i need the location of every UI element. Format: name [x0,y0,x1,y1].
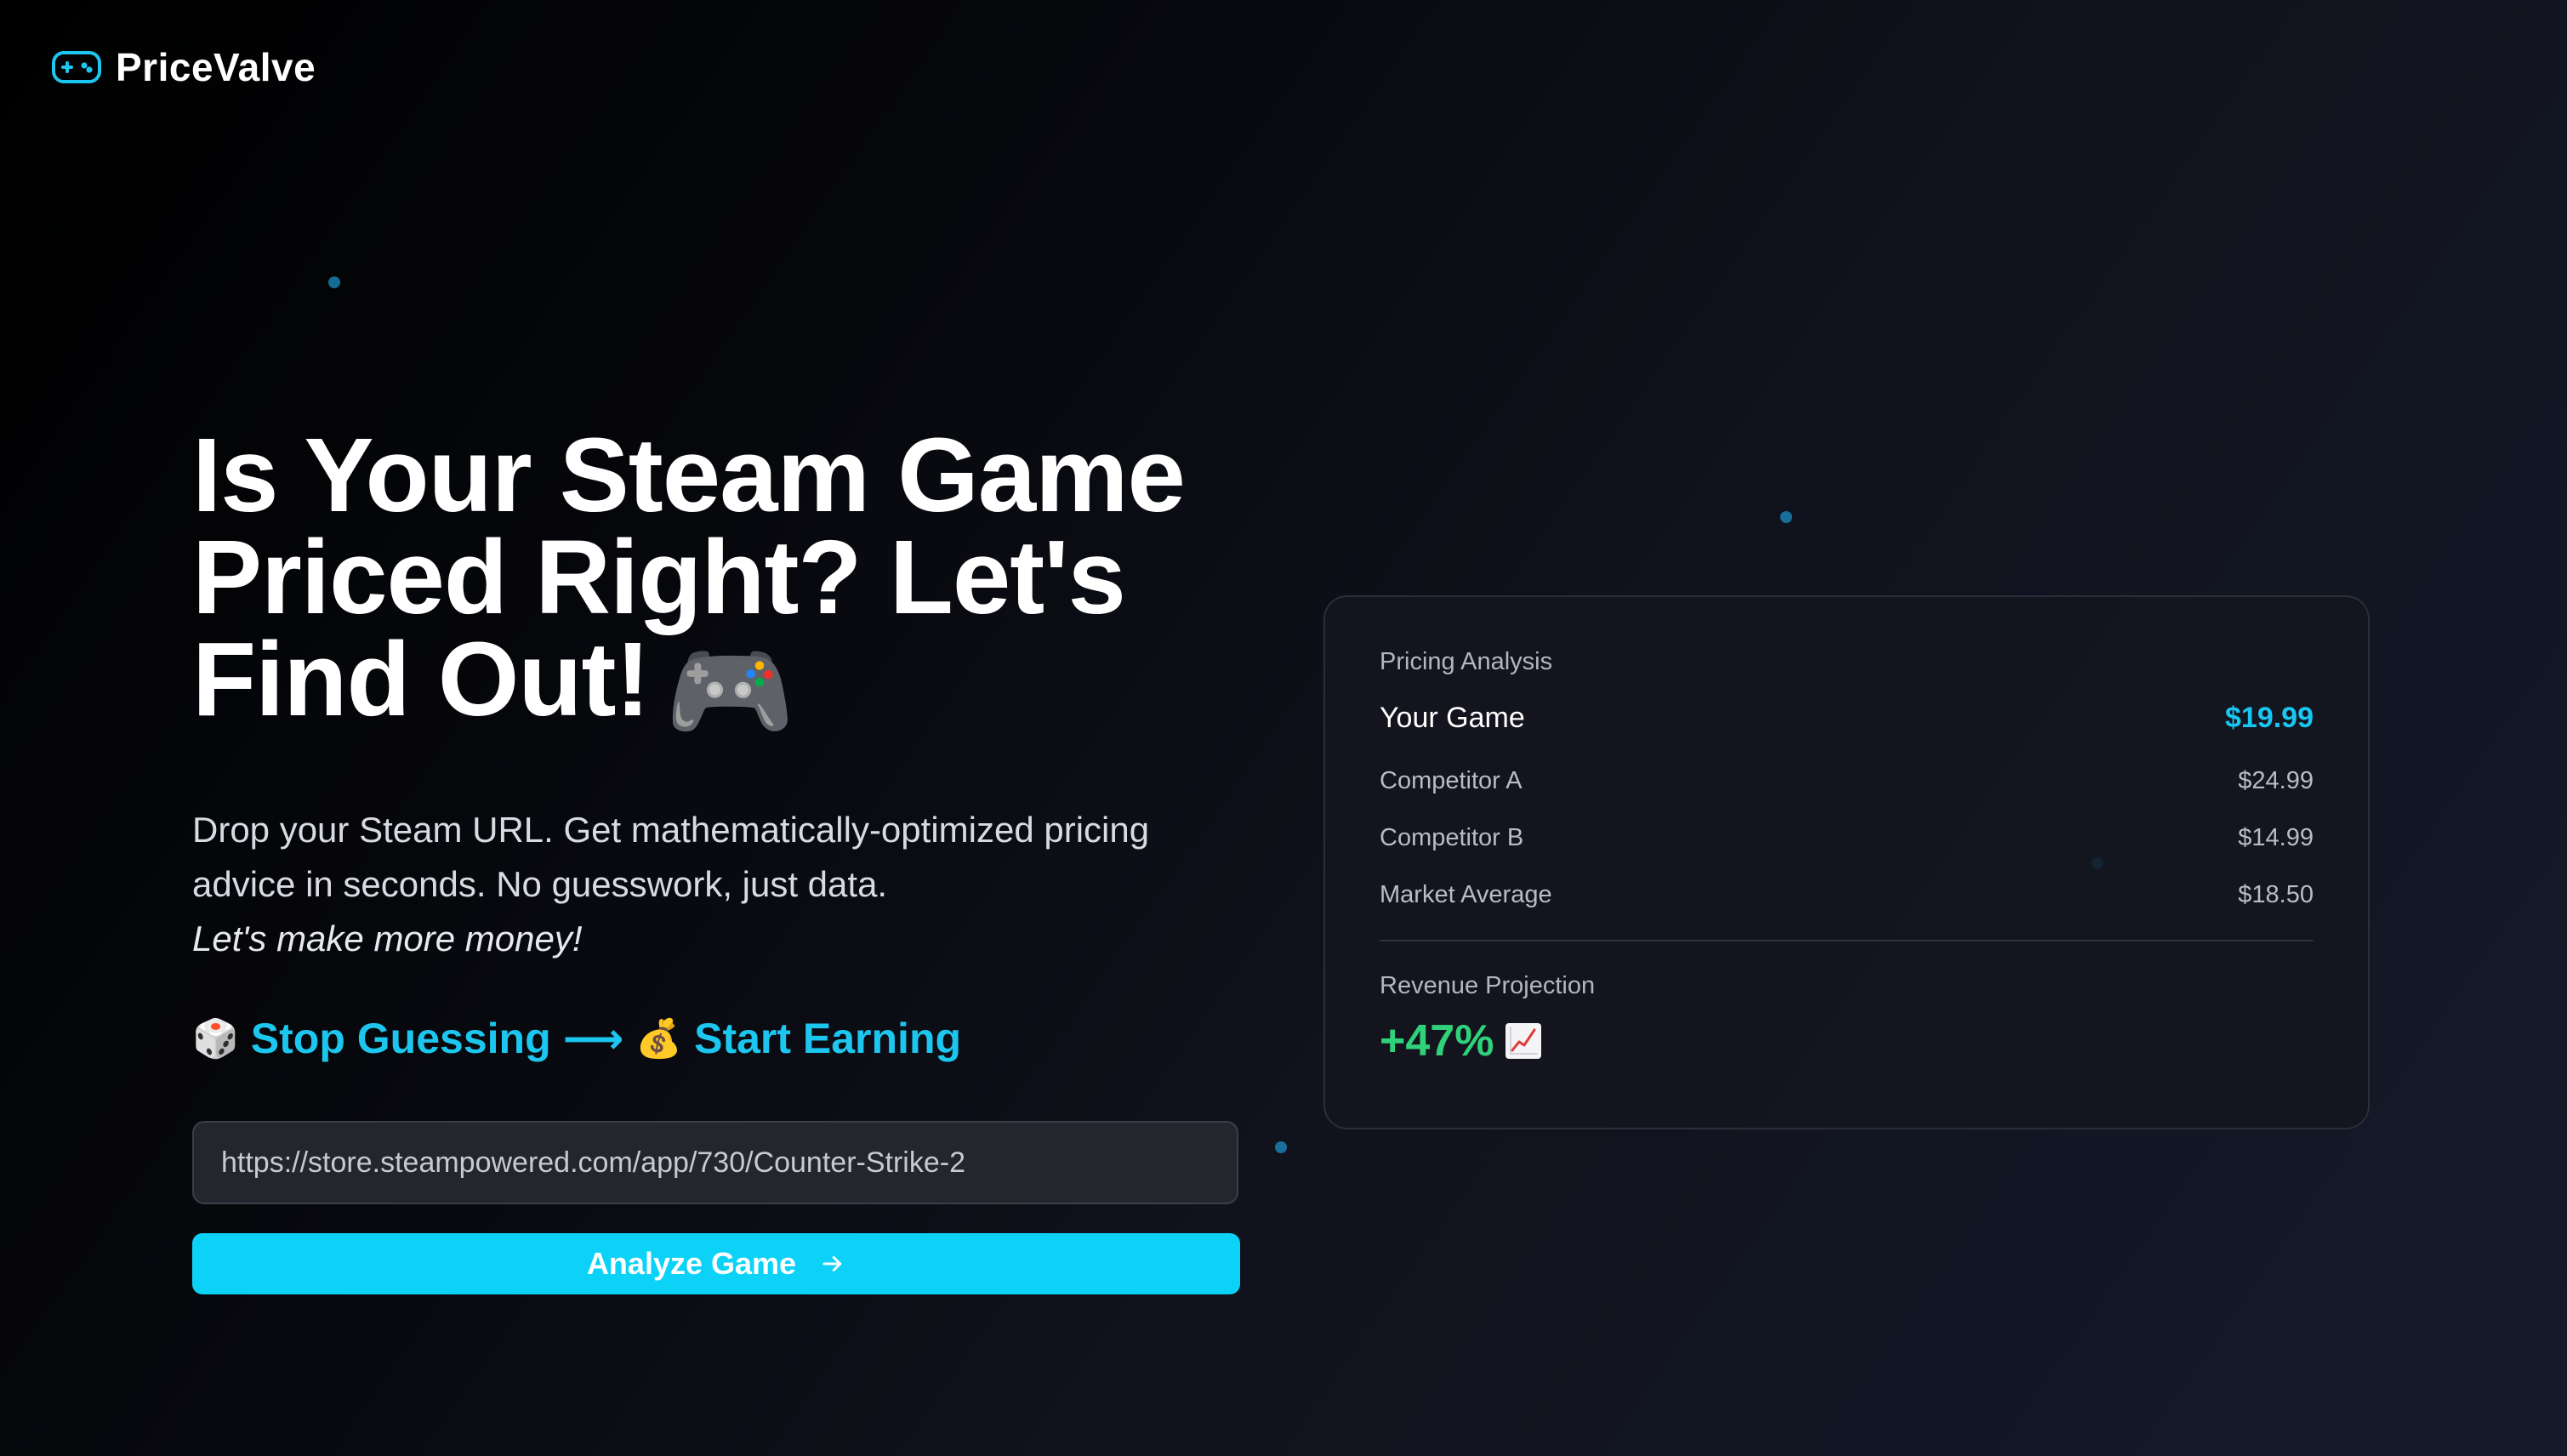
competitor-name: Competitor B [1380,824,1524,851]
hero-subtitle-italic: Let's make more money! [192,919,583,958]
hero-section: Is Your Steam Game Priced Right? Let's F… [192,424,1247,1063]
steam-url-input[interactable] [192,1121,1238,1204]
tagline: 🎲 Stop Guessing ⟶ 💰 Start Earning [192,1014,1247,1063]
competitor-price: $18.50 [2238,881,2314,908]
your-game-price: $19.99 [2225,702,2314,734]
revenue-projection: +47% [1380,1015,2314,1066]
money-bag-icon: 💰 [635,1018,683,1060]
pricing-analysis-card: Pricing Analysis Your Game $19.99 Compet… [1323,595,2370,1129]
competitor-row: Market Average $18.50 [1380,881,2314,909]
decor-dot [1275,1141,1287,1153]
tagline-left: Stop Guessing [250,1015,551,1062]
brand-name: PriceValve [116,45,316,89]
competitor-row: Competitor A $24.99 [1380,767,2314,795]
tagline-arrow-icon: ⟶ [562,1015,624,1062]
competitor-price: $14.99 [2238,824,2314,851]
hero-title: Is Your Steam Game Priced Right? Let's F… [192,424,1247,750]
your-game-label: Your Game [1380,702,1525,734]
hero-subtitle: Drop your Steam URL. Get mathematically-… [192,803,1247,966]
your-game-row: Your Game $19.99 [1380,702,2314,735]
chart-increasing-icon [1505,1023,1542,1059]
gamepad-icon [51,47,102,88]
competitor-price: $24.99 [2238,767,2314,794]
brand-logo[interactable]: PriceValve [51,44,316,90]
game-die-icon: 🎲 [192,1018,239,1060]
hero-subtitle-text: Drop your Steam URL. Get mathematically-… [192,810,1150,904]
card-title: Pricing Analysis [1380,648,1553,675]
arrow-right-icon [820,1251,845,1277]
competitor-row: Competitor B $14.99 [1380,824,2314,852]
revenue-projection-label: Revenue Projection [1380,972,1596,999]
video-game-controller-icon: 🎮 [664,634,794,750]
analyze-game-button[interactable]: Analyze Game [192,1233,1240,1294]
competitor-name: Market Average [1380,881,1552,908]
tagline-right: Start Earning [694,1015,962,1062]
card-divider [1380,940,2314,941]
revenue-projection-value: +47% [1380,1016,1494,1066]
competitor-name: Competitor A [1380,767,1523,794]
analyze-button-label: Analyze Game [586,1246,797,1281]
decor-dot [1780,511,1792,523]
decor-dot [328,276,340,288]
